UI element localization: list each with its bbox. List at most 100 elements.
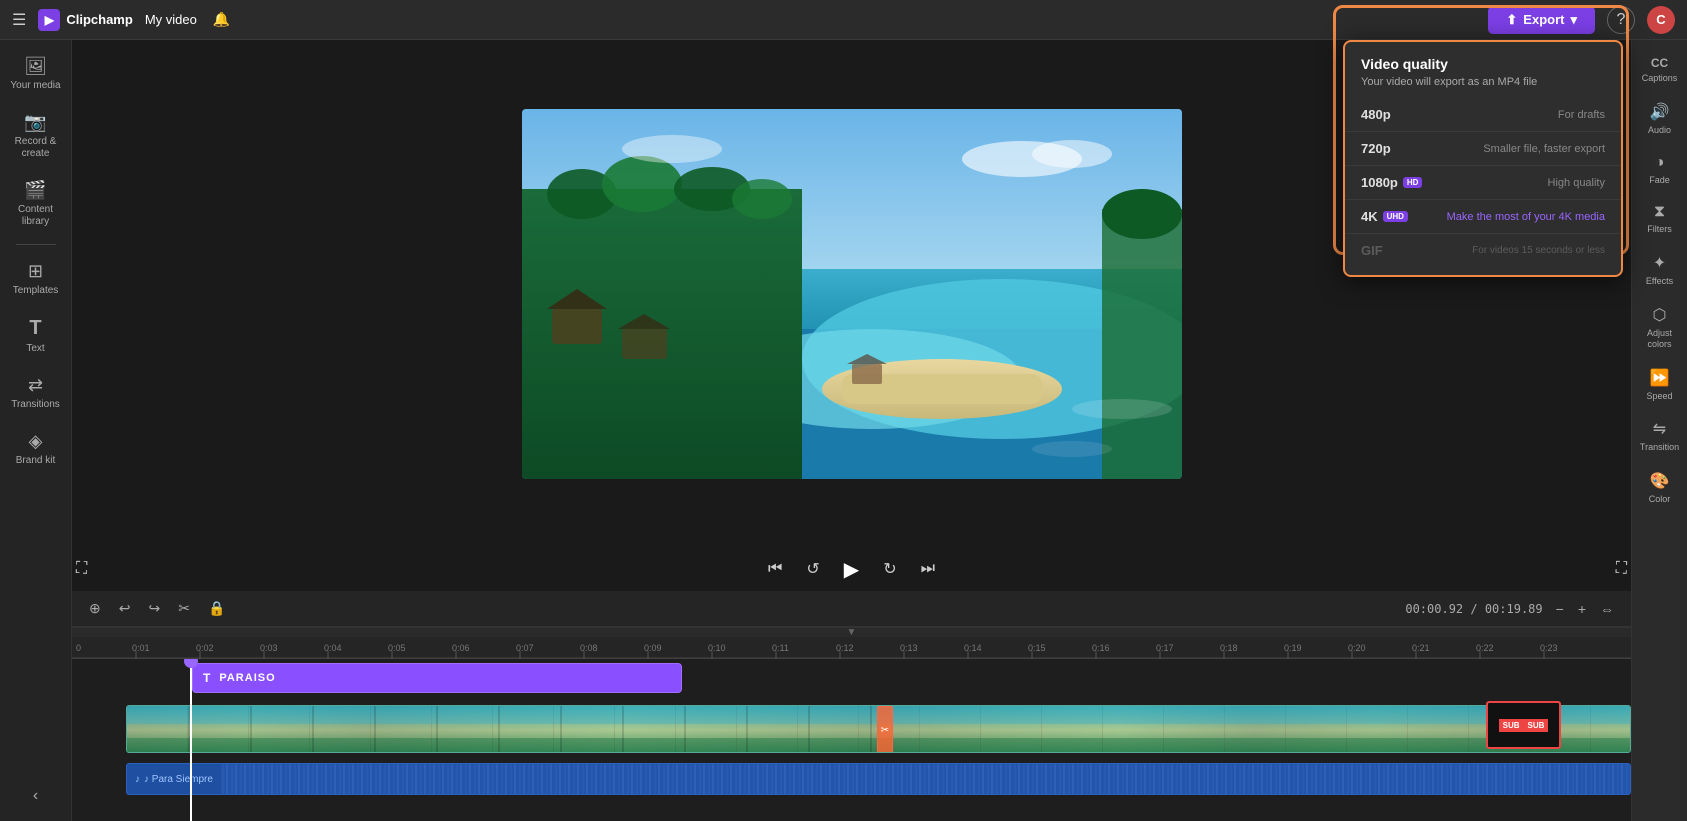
- fade-icon: ◑: [1655, 154, 1665, 172]
- svg-text:0: 0: [76, 643, 81, 653]
- svg-text:0:20: 0:20: [1348, 643, 1366, 653]
- video-controls: ⛶ ⏮ ↺ ▶ ↻ ⏭ ⛶: [72, 547, 1631, 591]
- sidebar-collapse-button[interactable]: ‹: [25, 779, 46, 813]
- export-option-gif[interactable]: GIF For videos 15 seconds or less: [1345, 234, 1621, 267]
- sidebar-item-color[interactable]: 🎨 Color: [1635, 463, 1685, 513]
- svg-text:0:21: 0:21: [1412, 643, 1430, 653]
- svg-text:0:06: 0:06: [452, 643, 470, 653]
- sidebar-item-text[interactable]: T Text: [4, 309, 68, 363]
- sidebar-item-brand-kit[interactable]: ◈ Brand kit: [4, 423, 68, 475]
- export-option-4k[interactable]: 4K UHD Make the most of your 4K media: [1345, 200, 1621, 234]
- total-time: 00:19.89: [1485, 602, 1543, 616]
- skip-to-end-button[interactable]: ⏭: [917, 556, 939, 582]
- sidebar-item-effects[interactable]: ✦ Effects: [1635, 245, 1685, 295]
- svg-text:0:02: 0:02: [196, 643, 214, 653]
- brand-kit-icon: ◈: [29, 431, 43, 452]
- undo-button[interactable]: ↩: [114, 597, 136, 620]
- music-note-icon: ♪: [135, 774, 140, 785]
- svg-text:0:22: 0:22: [1476, 643, 1494, 653]
- sidebar-item-audio[interactable]: 🔊 Audio: [1635, 94, 1685, 144]
- fullscreen-button[interactable]: ⛶: [1612, 556, 1631, 582]
- export-4k-label: 4K UHD: [1361, 209, 1408, 224]
- audio-track-clip[interactable]: ♪ ♪ Para Siempre: [126, 763, 1631, 795]
- zoom-in-button[interactable]: +: [1573, 598, 1591, 620]
- export-panel-header: Video quality Your video will export as …: [1345, 42, 1621, 94]
- sidebar-item-content-library[interactable]: 🎬 Contentlibrary: [4, 172, 68, 236]
- sidebar-divider: [16, 244, 56, 245]
- pip-button[interactable]: ⛶: [72, 556, 91, 582]
- export-button[interactable]: ⬆ Export ▾: [1488, 6, 1595, 34]
- filters-label: Filters: [1647, 224, 1672, 235]
- svg-text:0:11: 0:11: [772, 643, 789, 653]
- help-button[interactable]: ?: [1607, 6, 1635, 34]
- svg-text:0:05: 0:05: [388, 643, 406, 653]
- sidebar-item-adjust-colors[interactable]: ⬡ Adjustcolors: [1635, 297, 1685, 358]
- cut-button[interactable]: ✂: [173, 597, 195, 620]
- playhead[interactable]: [190, 659, 192, 821]
- export-720p-desc: Smaller file, faster export: [1483, 143, 1605, 155]
- video-track-clip[interactable]: ✂: [126, 705, 1631, 753]
- fit-to-window-button[interactable]: ⇔: [1595, 598, 1619, 620]
- video-title[interactable]: My video: [145, 12, 197, 27]
- svg-text:0:14: 0:14: [964, 643, 982, 653]
- color-label: Color: [1649, 494, 1671, 505]
- record-create-icon: 📷: [24, 112, 46, 133]
- bell-icon[interactable]: 🔔: [213, 11, 230, 28]
- svg-text:0:23: 0:23: [1540, 643, 1558, 653]
- content-library-label: Contentlibrary: [18, 204, 53, 228]
- export-option-480p[interactable]: 480p For drafts: [1345, 98, 1621, 132]
- captions-icon: CC: [1651, 56, 1668, 70]
- right-sidebar: CC Captions 🔊 Audio ◑ Fade ⧗ Filters ✦ E…: [1631, 40, 1687, 821]
- svg-text:0:10: 0:10: [708, 643, 726, 653]
- sidebar-item-speed[interactable]: ⏩ Speed: [1635, 360, 1685, 410]
- lock-button[interactable]: 🔒: [203, 597, 230, 620]
- video-cut-marker[interactable]: ✂: [877, 706, 893, 753]
- video-preview[interactable]: [522, 109, 1182, 479]
- sidebar-item-templates[interactable]: ⊞ Templates: [4, 253, 68, 305]
- zoom-controls: − + ⇔: [1551, 598, 1619, 620]
- sidebar-item-fade[interactable]: ◑ Fade: [1635, 146, 1685, 194]
- templates-icon: ⊞: [28, 261, 43, 282]
- magnet-tool-button[interactable]: ⊕: [84, 597, 106, 620]
- export-label: Export: [1523, 12, 1564, 27]
- title-track-clip[interactable]: T PARAISO: [192, 663, 682, 693]
- svg-text:0:04: 0:04: [324, 643, 342, 653]
- redo-button[interactable]: ↪: [143, 597, 165, 620]
- svg-text:0:08: 0:08: [580, 643, 598, 653]
- app-logo: ▶ Clipchamp: [38, 9, 132, 31]
- play-pause-button[interactable]: ▶: [840, 553, 863, 586]
- rewind-5s-button[interactable]: ↺: [802, 555, 823, 583]
- sidebar-item-your-media[interactable]: 🖼 Your media: [4, 48, 68, 100]
- uhd-badge: UHD: [1383, 211, 1408, 222]
- sidebar-item-captions[interactable]: CC Captions: [1635, 48, 1685, 92]
- export-quality-title: Video quality: [1361, 56, 1605, 72]
- timeline-collapse-bar[interactable]: ▼: [72, 627, 1631, 637]
- export-480p-label: 480p: [1361, 107, 1391, 122]
- zoom-out-button[interactable]: −: [1551, 598, 1569, 620]
- timeline-wrapper: 0 0:01 0:02 0:03 0:04 0:05 0:06: [72, 637, 1631, 821]
- export-gif-desc: For videos 15 seconds or less: [1472, 245, 1605, 256]
- sidebar-item-record-create[interactable]: 📷 Record &create: [4, 104, 68, 168]
- rewind-to-start-button[interactable]: ⏮: [764, 556, 786, 582]
- transition-label: Transition: [1640, 442, 1679, 453]
- sidebar-item-transitions[interactable]: ⇄ Transitions: [4, 367, 68, 419]
- tracks-container: T PARAISO SUB SUB: [72, 659, 1631, 821]
- title-track-row: T PARAISO: [72, 663, 1631, 699]
- speed-label: Speed: [1646, 391, 1672, 402]
- brand-kit-label: Brand kit: [16, 455, 55, 467]
- audio-icon: 🔊: [1650, 102, 1670, 122]
- export-option-1080p[interactable]: 1080p HD High quality: [1345, 166, 1621, 200]
- avatar[interactable]: C: [1647, 6, 1675, 34]
- sidebar-item-filters[interactable]: ⧗ Filters: [1635, 195, 1685, 243]
- forward-5s-button[interactable]: ↻: [879, 555, 900, 583]
- export-option-720p[interactable]: 720p Smaller file, faster export: [1345, 132, 1621, 166]
- svg-text:0:03: 0:03: [260, 643, 278, 653]
- timeline-toolbar: ⊕ ↩ ↪ ✂ 🔒 00:00.92 / 00:19.89 − + ⇔: [72, 591, 1631, 627]
- subscribe-badge-2: SUB: [1524, 719, 1549, 732]
- time-display: 00:00.92 / 00:19.89: [1405, 602, 1542, 616]
- menu-icon[interactable]: ☰: [12, 10, 26, 30]
- avatar-label: C: [1656, 12, 1665, 27]
- content-library-icon: 🎬: [24, 180, 46, 201]
- fade-label: Fade: [1649, 175, 1670, 186]
- sidebar-item-transition[interactable]: ⇋ Transition: [1635, 411, 1685, 461]
